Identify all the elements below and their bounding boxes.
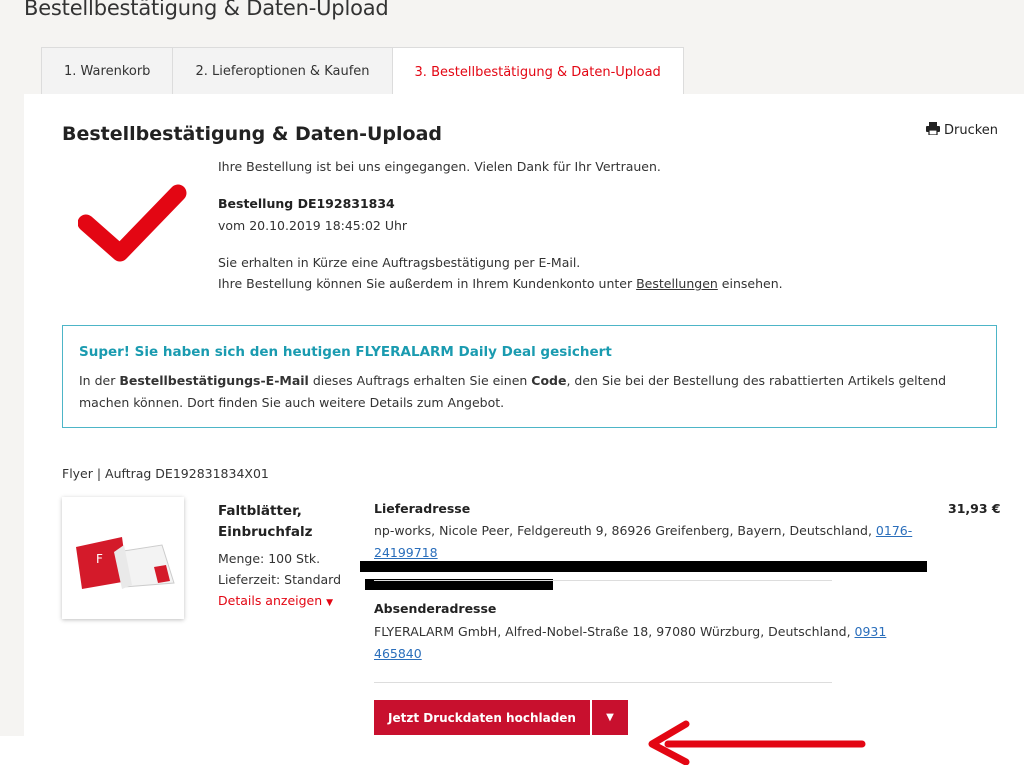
page-title: Bestellbestätigung & Daten-Upload [24,0,389,20]
orders-link[interactable]: Bestellungen [636,276,718,291]
divider [374,682,832,683]
product-name: Faltblätter, Einbruchfalz [218,503,313,540]
deal-text-bold-2: Code [531,373,567,388]
divider [374,580,832,581]
order-date: vom 20.10.2019 18:45:02 Uhr [218,218,408,233]
section-title: Bestellbestätigung & Daten-Upload [62,123,443,145]
upload-options-toggle[interactable]: ▼ [591,700,628,735]
print-label: Drucken [944,123,999,138]
daily-deal-box: Super! Sie haben sich den heutigen FLYER… [62,325,997,428]
details-label: Details anzeigen [218,593,323,608]
price: 31,93 € [948,501,1001,516]
product-quantity: Menge: 100 Stk. [218,551,321,566]
upload-button-group: Jetzt Druckdaten hochladen ▼ [374,700,628,735]
deal-text-1: In der [79,373,116,388]
deal-text-2: dieses Auftrags erhalten Sie einen [312,373,528,388]
product-thumbnail: F [62,497,184,619]
tab-bestellbestaetigung[interactable]: 3. Bestellbestätigung & Daten-Upload [391,47,684,96]
order-number: Bestellung DE192831834 [218,196,395,211]
delivery-address-label: Lieferadresse [374,501,471,516]
account-note-suffix: einsehen. [721,276,783,291]
deal-title: Super! Sie haben sich den heutigen FLYER… [79,344,612,360]
svg-text:F: F [96,552,103,566]
upload-print-data-button[interactable]: Jetzt Druckdaten hochladen [374,700,590,735]
order-line: Flyer | Auftrag DE192831834X01 [62,466,269,481]
tab-lieferoptionen[interactable]: 2. Lieferoptionen & Kaufen [172,47,393,95]
account-note: Ihre Bestellung können Sie außerdem in I… [218,276,783,291]
tab-warenkorb[interactable]: 1. Warenkorb [41,47,174,95]
sender-address-label: Absenderadresse [374,601,497,616]
printer-icon [926,122,940,139]
arrow-left-icon [644,716,868,765]
deal-text: In der Bestellbestätigungs-E-Mail dieses… [79,370,980,414]
thanks-text: Ihre Bestellung ist bei uns eingegangen.… [218,159,661,174]
sender-address: FLYERALARM GmbH, Alfred-Nobel-Straße 18,… [374,621,919,665]
product-delivery-time: Lieferzeit: Standard [218,572,342,587]
print-button[interactable]: Drucken [926,122,998,139]
checkout-tabs: 1. Warenkorb 2. Lieferoptionen & Kaufen … [41,47,684,96]
details-toggle[interactable]: Details anzeigen ▼ [218,593,333,608]
account-note-prefix: Ihre Bestellung können Sie außerdem in I… [218,276,633,291]
delivery-address: np-works, Nicole Peer, Feldgereuth 9, 86… [374,520,919,564]
delivery-address-text: np-works, Nicole Peer, Feldgereuth 9, 86… [374,523,872,538]
caret-down-icon: ▼ [606,712,614,723]
email-note: Sie erhalten in Kürze eine Auftragsbestä… [218,255,581,270]
sender-address-text: FLYERALARM GmbH, Alfred-Nobel-Straße 18,… [374,624,851,639]
deal-text-bold-1: Bestellbestätigungs-E-Mail [119,373,309,388]
redaction-bar [360,561,927,572]
caret-down-icon: ▼ [326,598,334,608]
bottom-strip [0,736,1024,765]
checkmark-icon [77,183,188,269]
